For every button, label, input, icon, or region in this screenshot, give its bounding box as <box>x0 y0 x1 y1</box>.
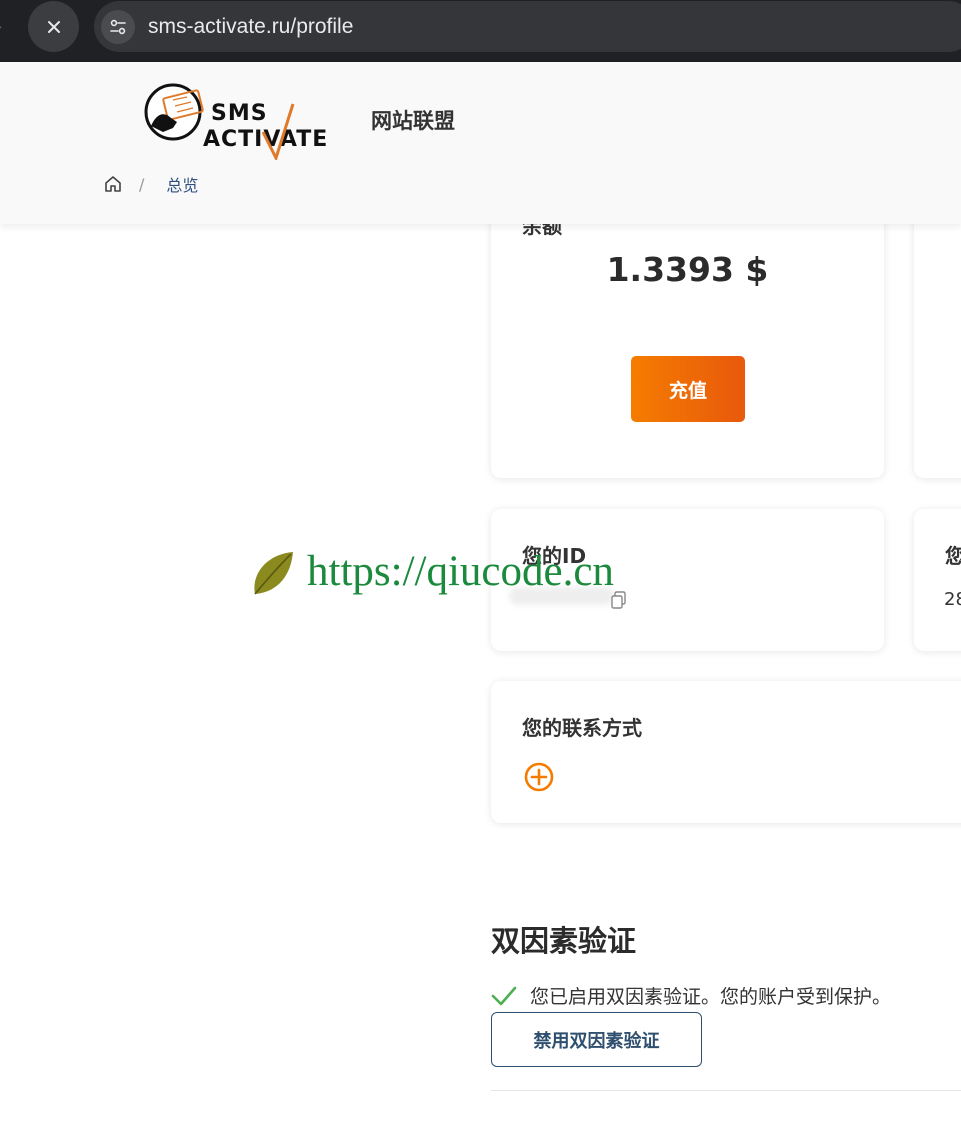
forward-arrow-icon[interactable]: › <box>0 16 10 38</box>
balance-value: 1.3393 $ <box>606 250 769 289</box>
toolbar-bottom-strip <box>0 54 961 62</box>
two-factor-status: 您已启用双因素验证。您的账户受到保护。 <box>491 982 891 1009</box>
two-factor-heading: 双因素验证 <box>491 924 637 958</box>
watermark-text: https://qiucode.cn <box>307 548 614 595</box>
address-bar[interactable]: sms-activate.ru/profile <box>94 1 961 52</box>
check-icon <box>491 986 517 1005</box>
disable-two-factor-button[interactable]: 禁用双因素验证 <box>491 1012 702 1067</box>
close-icon <box>47 20 60 33</box>
site-info-button[interactable] <box>101 10 135 44</box>
stop-loading-button[interactable] <box>28 1 79 52</box>
adjacent-info-card: 您 28 <box>914 509 961 651</box>
affiliate-link[interactable]: 网站联盟 <box>371 108 455 134</box>
sms-activate-logo[interactable]: SMS ACTIVATE <box>143 82 338 160</box>
top-up-button[interactable]: 充值 <box>631 356 745 422</box>
two-factor-status-text: 您已启用双因素验证。您的账户受到保护。 <box>530 986 892 1008</box>
add-contact-icon[interactable] <box>523 761 555 793</box>
tune-icon <box>110 19 126 35</box>
url-text[interactable]: sms-activate.ru/profile <box>148 14 353 40</box>
divider <box>491 1090 961 1091</box>
leaf-icon <box>254 552 293 595</box>
adjacent-info-title: 您 <box>945 544 961 568</box>
logo-text-sms: SMS <box>211 101 268 126</box>
breadcrumb-separator: / <box>139 174 145 194</box>
breadcrumb-current[interactable]: 总览 <box>166 172 198 196</box>
site-header: SMS ACTIVATE 网站联盟 / 总览 <box>0 62 961 224</box>
contacts-card: 您的联系方式 <box>491 681 961 823</box>
browser-toolbar: › sms-activate.ru/profile <box>0 0 961 54</box>
home-icon[interactable] <box>103 174 123 194</box>
watermark: https://qiucode.cn <box>249 544 614 600</box>
contacts-title: 您的联系方式 <box>522 716 642 740</box>
adjacent-info-value: 28 <box>944 589 961 610</box>
breadcrumb: / 总览 <box>103 173 198 195</box>
